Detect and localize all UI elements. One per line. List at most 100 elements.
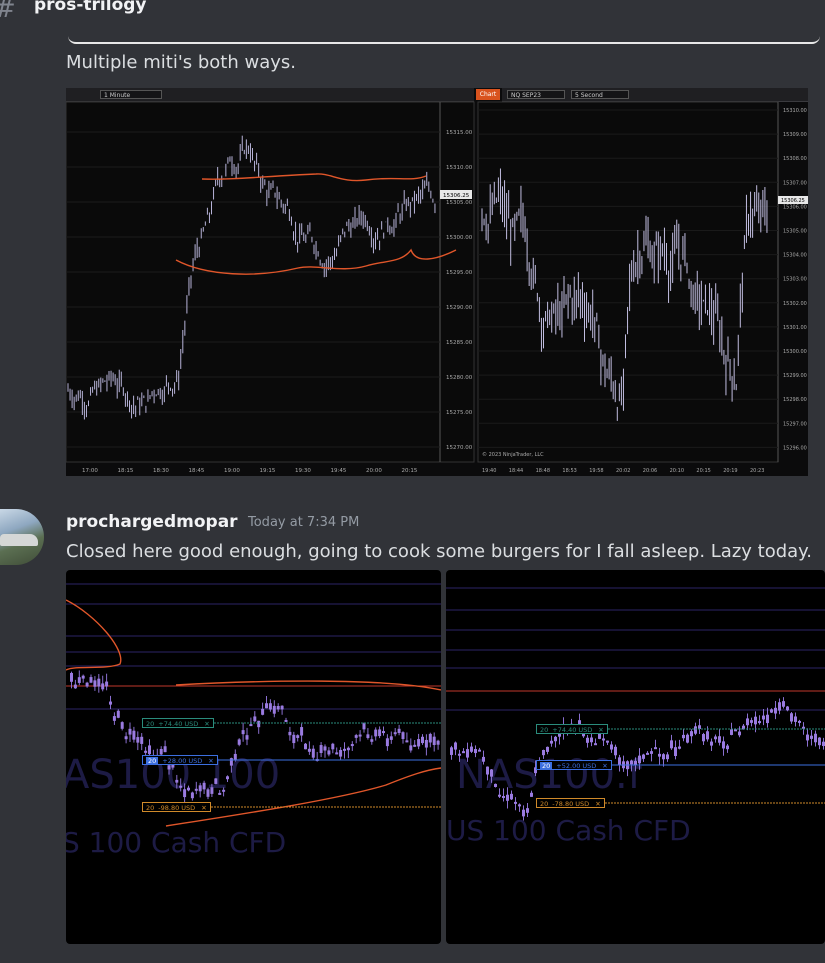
- x-tick-label: 20:19: [723, 468, 737, 474]
- candle-body: [798, 720, 801, 723]
- candle-body: [331, 743, 335, 750]
- candle-body: [120, 722, 124, 729]
- y-tick-label: 15308.00: [783, 156, 807, 162]
- close-position-icon[interactable]: ✕: [204, 720, 209, 728]
- candle-body: [546, 746, 549, 752]
- y-tick-label: 15300.00: [783, 349, 807, 355]
- position-tag[interactable]: 20 +74.40 USD ✕: [536, 724, 608, 734]
- x-tick-label: 19:45: [331, 468, 347, 474]
- trade-screenshot-left[interactable]: AS100 100 S 100 Cash CFD 20 +74.40 USD ✕ 20…: [66, 570, 441, 944]
- candle-body: [710, 741, 713, 746]
- x-tick-label: 20:02: [616, 468, 630, 474]
- candle-body: [272, 705, 276, 714]
- candle-body: [490, 769, 493, 777]
- candle-body: [714, 736, 717, 740]
- candle-body: [222, 789, 226, 792]
- position-quantity: 20: [540, 800, 549, 808]
- channel-name[interactable]: pros-trilogy: [34, 0, 147, 15]
- candle-body: [421, 736, 424, 744]
- candle-body: [397, 728, 401, 733]
- x-tick-label: 20:06: [643, 468, 657, 474]
- position-pnl: +28.00 USD: [162, 757, 203, 765]
- position-tag[interactable]: 20 +28.00 USD ✕: [142, 755, 218, 765]
- candle-body: [730, 729, 733, 735]
- candle-body: [506, 794, 509, 801]
- candle-body: [354, 735, 358, 738]
- y-tick-label: 15310.00: [446, 165, 473, 171]
- candle-body: [187, 787, 190, 791]
- candle-body: [606, 740, 609, 743]
- candle-body: [646, 752, 649, 755]
- x-tick-label: 19:00: [224, 468, 240, 474]
- candle-body: [818, 737, 821, 746]
- candle-body: [233, 753, 237, 761]
- close-position-icon[interactable]: ✕: [598, 726, 603, 734]
- x-tick-label: 20:15: [402, 468, 418, 474]
- x-tick-label: 20:10: [670, 468, 684, 474]
- candle-body: [750, 720, 753, 723]
- chart-screenshot-attachment[interactable]: 1 Minute NQ SEP23 5 Second Chart 15315.0…: [66, 88, 808, 476]
- candle-body: [300, 727, 304, 736]
- candle-body: [526, 808, 529, 813]
- channel-header: # pros-trilogy: [0, 0, 825, 36]
- candle-body: [362, 723, 366, 730]
- candle-body: [674, 747, 677, 757]
- candle-body: [790, 713, 793, 722]
- candle-body: [424, 739, 428, 748]
- candle-body: [296, 735, 300, 738]
- trade-screenshot-right[interactable]: NAS100.f US 100 Cash CFD 20 +74.40 USD ✕ 20…: [446, 570, 825, 944]
- timestamp: Today at 7:34 PM: [248, 515, 360, 530]
- candle-body: [276, 705, 280, 710]
- x-tick-label: 18:30: [153, 468, 169, 474]
- candle-body: [810, 735, 813, 739]
- candle-body: [214, 778, 218, 784]
- y-tick-label: 15315.00: [446, 130, 473, 136]
- left-chart-pane: [66, 101, 475, 463]
- position-tag[interactable]: 20 +52.00 USD ✕: [536, 760, 612, 770]
- candle-body: [77, 677, 81, 683]
- candle-body: [358, 734, 362, 737]
- candle-body: [175, 779, 179, 783]
- candle-body: [498, 794, 501, 797]
- candle-body: [650, 751, 653, 754]
- y-tick-label: 15298.00: [783, 397, 807, 403]
- position-tag[interactable]: 20 +74.40 USD ✕: [142, 718, 214, 728]
- candle-body: [116, 710, 120, 718]
- y-tick-label: 15285.00: [446, 340, 473, 346]
- candle-body: [814, 733, 817, 743]
- candle-body: [494, 783, 497, 787]
- candle-body: [265, 703, 268, 709]
- avatar[interactable]: [0, 509, 44, 565]
- mitigation-curve: [165, 767, 441, 827]
- position-tag[interactable]: 20 -78.80 USD ✕: [536, 798, 605, 808]
- candle-body: [702, 734, 705, 742]
- close-position-icon[interactable]: ✕: [208, 757, 213, 765]
- candle-body: [366, 734, 370, 738]
- position-tag[interactable]: 20 -98.80 USD ✕: [142, 802, 211, 812]
- close-position-icon[interactable]: ✕: [201, 804, 206, 812]
- candle-body: [770, 709, 773, 713]
- candle-body: [81, 675, 85, 679]
- y-tick-label: 15309.00: [783, 132, 807, 138]
- candle-body: [794, 716, 797, 722]
- close-position-icon[interactable]: ✕: [595, 800, 600, 808]
- candle-body: [350, 744, 354, 747]
- candle-body: [144, 750, 148, 753]
- position-quantity: 20: [146, 720, 155, 728]
- candle-body: [339, 749, 343, 757]
- candle-body: [413, 744, 417, 747]
- candle-body: [202, 782, 206, 790]
- candle-body: [206, 789, 210, 797]
- candle-body: [241, 730, 245, 735]
- candle-body: [458, 753, 461, 756]
- candle-body: [163, 746, 167, 753]
- close-position-icon[interactable]: ✕: [602, 762, 607, 770]
- candle-body: [466, 749, 469, 758]
- candle-body: [136, 737, 140, 743]
- candle-body: [510, 793, 513, 800]
- username[interactable]: prochargedmopar: [66, 512, 238, 532]
- x-tick-label: 20:15: [696, 468, 710, 474]
- candle-body: [694, 726, 697, 734]
- candle-body: [474, 749, 477, 754]
- candle-body: [226, 776, 229, 780]
